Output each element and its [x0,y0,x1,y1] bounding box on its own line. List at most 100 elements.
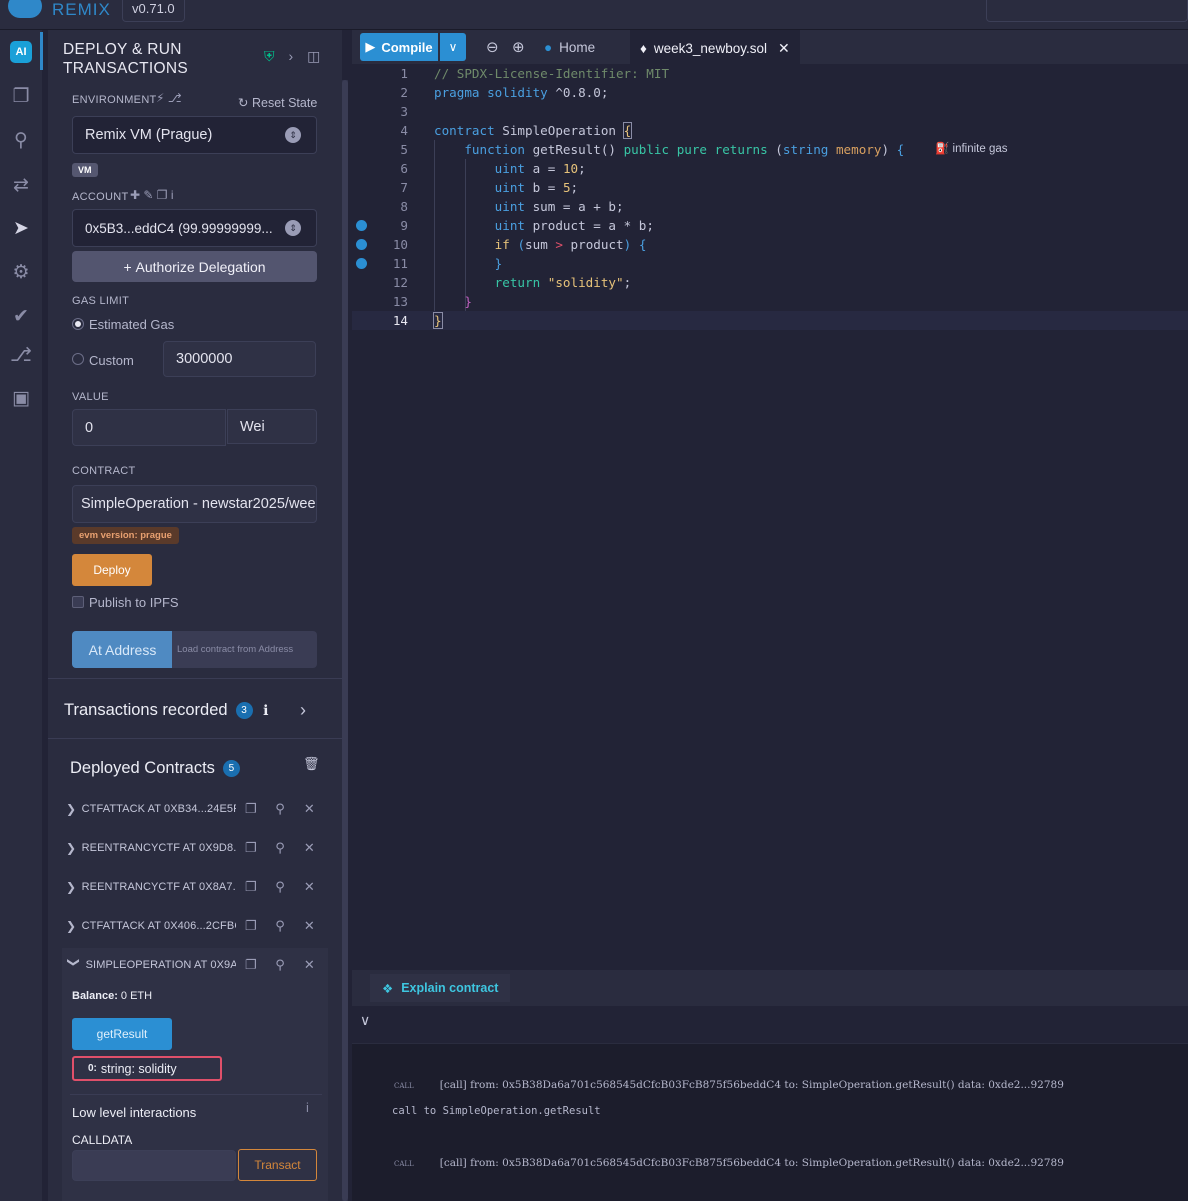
value-unit-select[interactable]: Wei [227,409,317,444]
chevron-right-icon[interactable]: ❯ [66,919,82,933]
terminal-log-entry[interactable]: CALL [call] from: 0x5B38Da6a701c568545dCf… [394,1157,1064,1169]
publish-ipfs-checkbox[interactable] [72,596,84,608]
panel-scrollbar[interactable] [342,80,348,1201]
compile-button[interactable]: ▶ Compile [360,33,438,61]
environment-select[interactable]: Remix VM (Prague) ⇕ [72,116,317,154]
info-icon[interactable]: i [306,1100,309,1115]
custom-gas-label: Custom [89,353,134,368]
tab-home[interactable]: ● Home [534,30,605,64]
code-line: 13 } [352,292,1188,311]
chevron-right-icon[interactable]: ❯ [66,880,82,894]
pin-icon[interactable]: ⚲ [265,957,294,973]
account-value: 0x5B3...eddC4 (99.99999999... [85,220,273,236]
gas-hint-label: infinite gas [952,143,1008,155]
breakpoint-marker[interactable] [356,258,367,269]
test-icon[interactable]: ✔ [0,298,42,334]
debugger-icon[interactable]: ⚙ [0,254,42,290]
compiler-icon[interactable]: ⇄ [0,167,42,203]
breakpoint-marker[interactable] [356,220,367,231]
copy-icon[interactable]: ❐ [236,918,265,934]
close-icon[interactable]: ✕ [778,40,790,57]
icon-rail: AI ❐ ⚲ ⇄ ➤ ⚙ ✔ ⎇ ▣ [0,30,42,1201]
pin-icon[interactable]: ⚲ [265,840,294,856]
at-address-button[interactable]: At Address [72,631,173,668]
shield-icon[interactable]: ⛨ [264,48,275,65]
git-icon[interactable]: ⎇ [0,337,42,373]
pin-icon[interactable]: ⚲ [265,918,294,934]
estimated-gas-radio[interactable] [72,318,84,330]
line-number: 7 [400,180,408,195]
deployed-count-badge: 5 [222,760,240,777]
contract-name: REENTRANCYCTF AT 0X9D8...A9 [81,842,237,854]
panel-toggle-icon[interactable]: ◫ [307,48,320,65]
chevron-right-icon[interactable]: › [289,48,294,65]
log-tag: CALL [394,1160,414,1168]
info-icon[interactable]: ℹ [263,702,268,718]
line-number: 9 [400,218,408,233]
account-select[interactable]: 0x5B3...eddC4 (99.99999999... ⇕ [72,209,317,247]
account-action-icons[interactable]: ✚ ✎ ❐ i [130,188,174,202]
line-number: 12 [392,275,408,290]
zoom-in-icon[interactable]: ⊕ [512,38,525,56]
search-icon[interactable]: ⚲ [0,122,42,158]
compile-dropdown-button[interactable]: ∨ [440,33,466,61]
reset-state-button[interactable]: ↻ Reset State [238,95,317,110]
chevron-right-icon[interactable]: ❯ [66,841,82,855]
result-key: 0: [88,1063,97,1074]
deployed-contract-row[interactable]: ❯ CTFATTACK AT 0XB34...24E5F ❐ ⚲ ✕ [66,797,324,821]
select-arrows-icon: ⇕ [285,220,301,236]
zoom-out-icon[interactable]: ⊖ [486,38,499,56]
chevron-right-icon[interactable]: › [300,700,306,721]
deployed-contract-row[interactable]: ❯ SIMPLEOPERATION AT 0X9A2... ❐⚲✕ [66,953,324,977]
transactions-recorded-title[interactable]: Transactions recorded 3 ℹ [64,701,268,720]
chevron-down-icon[interactable]: ❯ [67,957,81,973]
load-contract-address-input[interactable]: Load contract from Address [172,631,317,668]
contract-select[interactable]: SimpleOperation - newstar2025/wee [72,485,317,523]
transact-button[interactable]: Transact [238,1149,317,1181]
balance-label: Balance: [72,990,118,1002]
copy-icon[interactable]: ❐ [236,840,265,856]
copy-icon[interactable]: ❐ [236,957,265,973]
scrollbar-thumb[interactable] [342,80,348,1201]
close-icon[interactable]: ✕ [295,879,324,895]
deploy-icon[interactable]: ➤ [0,210,42,246]
code-line: 12 return "solidity"; [352,273,1188,292]
custom-gas-radio[interactable] [72,353,84,365]
close-icon[interactable]: ✕ [295,957,324,973]
plug-icon[interactable]: ⚡ ⎇ [156,91,182,105]
calldata-input[interactable] [72,1150,236,1181]
close-icon[interactable]: ✕ [295,840,324,856]
value-input[interactable]: 0 [72,409,226,446]
brand-name: REMIX [52,0,111,19]
getresult-button[interactable]: getResult [72,1018,172,1050]
pin-icon[interactable]: ⚲ [265,879,294,895]
call-result: 0: string: solidity [72,1056,222,1081]
pin-icon[interactable]: ⚲ [265,801,294,817]
custom-gas-input[interactable]: 3000000 [163,341,316,377]
line-number: 13 [392,294,408,309]
top-search-box[interactable] [986,0,1188,22]
deployed-contract-row[interactable]: ❯ REENTRANCYCTF AT 0X8A7...6F ❐⚲✕ [66,875,324,899]
ai-icon[interactable]: AI [0,34,42,70]
trash-icon[interactable]: 🗑 [303,756,320,772]
copy-icon[interactable]: ❐ [236,801,265,817]
close-icon[interactable]: ✕ [295,918,324,934]
learneth-icon[interactable]: ▣ [0,380,42,416]
deployed-contract-row[interactable]: ❯ CTFATTACK AT 0X406...2CFBC ❐ ⚲ ✕ [66,914,324,938]
chevron-right-icon[interactable]: ❯ [66,802,82,816]
deployed-contract-row[interactable]: ❯ REENTRANCYCTF AT 0X9D8...A9 ❐⚲✕ [66,836,324,860]
explain-contract-button[interactable]: ❖ Explain contract [370,974,511,1002]
close-icon[interactable]: ✕ [295,801,324,817]
file-explorer-icon[interactable]: ❐ [0,78,42,114]
ai-label: AI [10,41,32,63]
tab-file[interactable]: ♦ week3_newboy.sol ✕ [630,30,800,64]
terminal-log-entry[interactable]: CALL [call] from: 0x5B38Da6a701c568545dCf… [394,1079,1064,1091]
gas-estimate: ⛽ infinite gas [935,140,1008,159]
copy-icon[interactable]: ❐ [236,879,265,895]
breakpoint-marker[interactable] [356,239,367,250]
deploy-button[interactable]: Deploy [72,554,152,586]
collapse-terminal-icon[interactable]: ∨ [360,1012,370,1029]
line-number: 6 [400,161,408,176]
authorize-delegation-button[interactable]: + Authorize Delegation [72,251,317,282]
code-editor[interactable]: 1// SPDX-License-Identifier: MIT 2 pragma… [352,64,1188,970]
